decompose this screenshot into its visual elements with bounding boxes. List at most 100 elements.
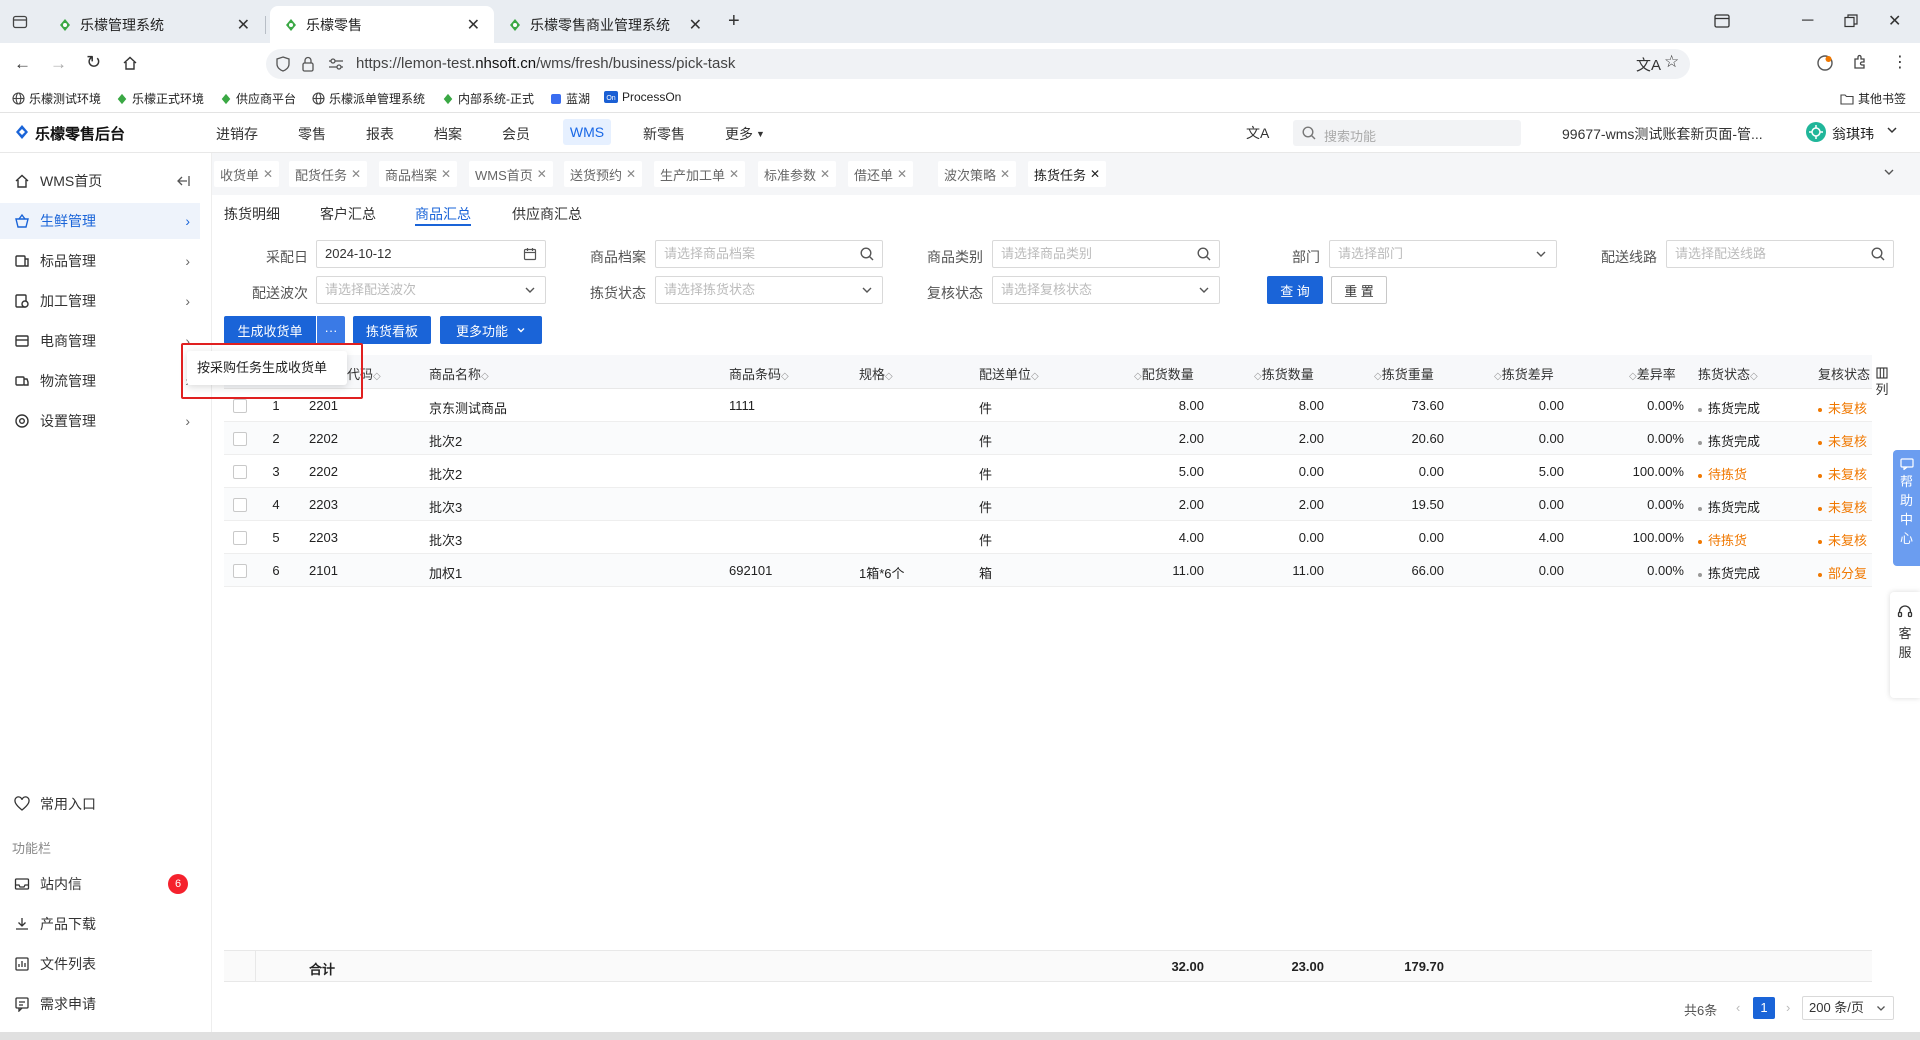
next-page-icon[interactable]: ›: [1786, 1000, 1790, 1015]
translate-icon[interactable]: 文A: [1636, 54, 1661, 75]
customer-service-button[interactable]: 客服: [1890, 592, 1920, 698]
page-tab-allocation[interactable]: 配货任务 ✕: [289, 161, 368, 187]
collapse-sidebar-icon[interactable]: [176, 175, 190, 187]
nav-member[interactable]: 会员: [502, 124, 530, 144]
lock-icon[interactable]: [302, 56, 314, 72]
close-tab-icon[interactable]: ✕: [467, 15, 480, 35]
row-checkbox[interactable]: [233, 531, 247, 545]
th-alloc-qty[interactable]: ◇配货数量: [1134, 364, 1194, 383]
extension-badge-icon[interactable]: [1816, 54, 1834, 72]
home-icon[interactable]: [122, 55, 138, 71]
browser-tab-3[interactable]: 乐檬零售商业管理系统 ✕: [494, 6, 716, 43]
account-name[interactable]: 99677-wms测试账套新页面-管...: [1562, 124, 1763, 144]
close-icon[interactable]: ✕: [820, 167, 830, 181]
page-tab-wms-home[interactable]: WMS首页 ✕: [469, 161, 553, 187]
sidebar-item-processing[interactable]: 加工管理 ›: [0, 283, 200, 319]
row-checkbox[interactable]: [233, 399, 247, 413]
close-icon[interactable]: ✕: [263, 167, 273, 181]
browser-tab-2-active[interactable]: 乐檬零售 ✕: [270, 6, 494, 43]
close-icon[interactable]: ✕: [729, 167, 739, 181]
page-tab-pick-task[interactable]: 拣货任务 ✕: [1028, 161, 1107, 187]
subtab-supplier-summary[interactable]: 供应商汇总: [512, 204, 582, 224]
other-bookmarks[interactable]: 其他书签: [1840, 90, 1906, 107]
th-unit[interactable]: 配送单位◇: [979, 364, 1039, 383]
user-name[interactable]: 翁琪玮: [1832, 124, 1874, 144]
th-spec[interactable]: 规格◇: [859, 364, 893, 383]
sidebar-item-requests[interactable]: 需求申请: [0, 986, 200, 1022]
close-icon[interactable]: ✕: [1000, 167, 1010, 181]
pick-board-button[interactable]: 拣货看板: [353, 316, 431, 344]
sidebar-item-downloads[interactable]: 产品下载: [0, 906, 200, 942]
row-checkbox[interactable]: [233, 432, 247, 446]
page-tab-borrow[interactable]: 借还单 ✕: [848, 161, 914, 187]
th-pick-diff[interactable]: ◇拣货差异: [1494, 364, 1554, 383]
close-icon[interactable]: ✕: [441, 167, 451, 181]
reset-button[interactable]: 重 置: [1331, 276, 1387, 304]
site-settings-icon[interactable]: [328, 58, 344, 70]
extensions-puzzle-icon[interactable]: [1852, 54, 1868, 70]
restore-icon[interactable]: [1844, 14, 1858, 28]
bookmark-3[interactable]: 供应商平台: [220, 90, 296, 107]
route-input[interactable]: 请选择配送线路: [1666, 240, 1894, 268]
th-pick-qty[interactable]: ◇拣货数量: [1254, 364, 1314, 383]
shield-icon[interactable]: [276, 56, 290, 72]
category-input[interactable]: 请选择商品类别: [992, 240, 1220, 268]
tab-overview-icon[interactable]: [1714, 14, 1730, 28]
star-bookmark-icon[interactable]: ☆: [1664, 52, 1679, 72]
page-tab-delivery[interactable]: 送货预约 ✕: [564, 161, 643, 187]
nav-archive[interactable]: 档案: [434, 124, 462, 144]
sidebar-item-wms-home[interactable]: WMS首页: [0, 163, 200, 199]
subtab-pick-detail[interactable]: 拣货明细: [224, 204, 280, 224]
sidebar-item-ecommerce[interactable]: 电商管理 ›: [0, 323, 200, 359]
back-icon[interactable]: ←: [14, 54, 31, 74]
product-input[interactable]: 请选择商品档案: [655, 240, 883, 268]
sidebar-item-messages[interactable]: 站内信 6: [0, 866, 200, 902]
prev-page-icon[interactable]: ‹: [1736, 1000, 1740, 1015]
close-window-icon[interactable]: ✕: [1888, 11, 1901, 31]
nav-more[interactable]: 更多 ▼: [725, 124, 765, 144]
column-settings[interactable]: 列: [1872, 367, 1892, 398]
page-tab-product[interactable]: 商品档案 ✕: [379, 161, 458, 187]
review-status-select[interactable]: 请选择复核状态: [992, 276, 1220, 304]
query-button[interactable]: 查 询: [1267, 276, 1323, 304]
th-barcode[interactable]: 商品条码◇: [729, 364, 789, 383]
sidebar-item-fresh[interactable]: 生鲜管理 ›: [0, 203, 200, 239]
sidebar-item-standard[interactable]: 标品管理 ›: [0, 243, 200, 279]
url-text[interactable]: https://lemon-test.nhsoft.cn/wms/fresh/b…: [356, 55, 735, 72]
bookmark-2[interactable]: 乐檬正式环境: [116, 90, 204, 107]
nav-wms[interactable]: WMS: [563, 119, 611, 145]
date-input[interactable]: 2024-10-12: [316, 240, 546, 268]
bookmark-5[interactable]: 内部系统-正式: [442, 90, 534, 107]
minimize-icon[interactable]: ─: [1802, 12, 1813, 30]
bookmark-7[interactable]: On ProcessOn: [604, 90, 681, 104]
generate-receipt-button[interactable]: 生成收货单: [224, 316, 316, 344]
th-pick-status[interactable]: 拣货状态◇: [1698, 364, 1758, 383]
forward-icon[interactable]: →: [50, 54, 67, 74]
page-size-select[interactable]: 200 条/页: [1802, 996, 1894, 1020]
page-tab-production[interactable]: 生产加工单 ✕: [654, 161, 746, 187]
close-icon[interactable]: ✕: [626, 167, 636, 181]
page-current[interactable]: 1: [1753, 997, 1775, 1019]
tabs-dropdown-icon[interactable]: [1882, 166, 1896, 178]
tab-actions-icon[interactable]: [12, 14, 28, 30]
help-center-button[interactable]: 帮助中心: [1893, 450, 1920, 566]
th-name[interactable]: 商品名称◇: [429, 364, 489, 383]
subtab-customer-summary[interactable]: 客户汇总: [320, 204, 376, 224]
th-pick-weight[interactable]: ◇拣货重量: [1374, 364, 1434, 383]
nav-new-retail[interactable]: 新零售: [643, 124, 685, 144]
nav-report[interactable]: 报表: [366, 124, 394, 144]
pick-status-select[interactable]: 请选择拣货状态: [655, 276, 883, 304]
close-icon[interactable]: ✕: [537, 167, 547, 181]
generate-more-button[interactable]: ···: [317, 316, 345, 344]
bookmark-4[interactable]: 乐檬派单管理系统: [312, 90, 425, 107]
page-tab-parameters[interactable]: 标准参数 ✕: [758, 161, 837, 187]
page-tab-receipt[interactable]: 收货单 ✕: [214, 161, 280, 187]
reload-icon[interactable]: ↻: [86, 52, 101, 73]
avatar-icon[interactable]: [1806, 122, 1826, 142]
browser-tab-1[interactable]: 乐檬管理系统 ✕: [44, 6, 264, 43]
bookmark-6[interactable]: 蓝湖: [550, 90, 590, 107]
th-diff-rate[interactable]: ◇差异率: [1629, 364, 1676, 383]
wave-select[interactable]: 请选择配送波次: [316, 276, 546, 304]
row-checkbox[interactable]: [233, 465, 247, 479]
close-tab-icon[interactable]: ✕: [689, 15, 702, 35]
